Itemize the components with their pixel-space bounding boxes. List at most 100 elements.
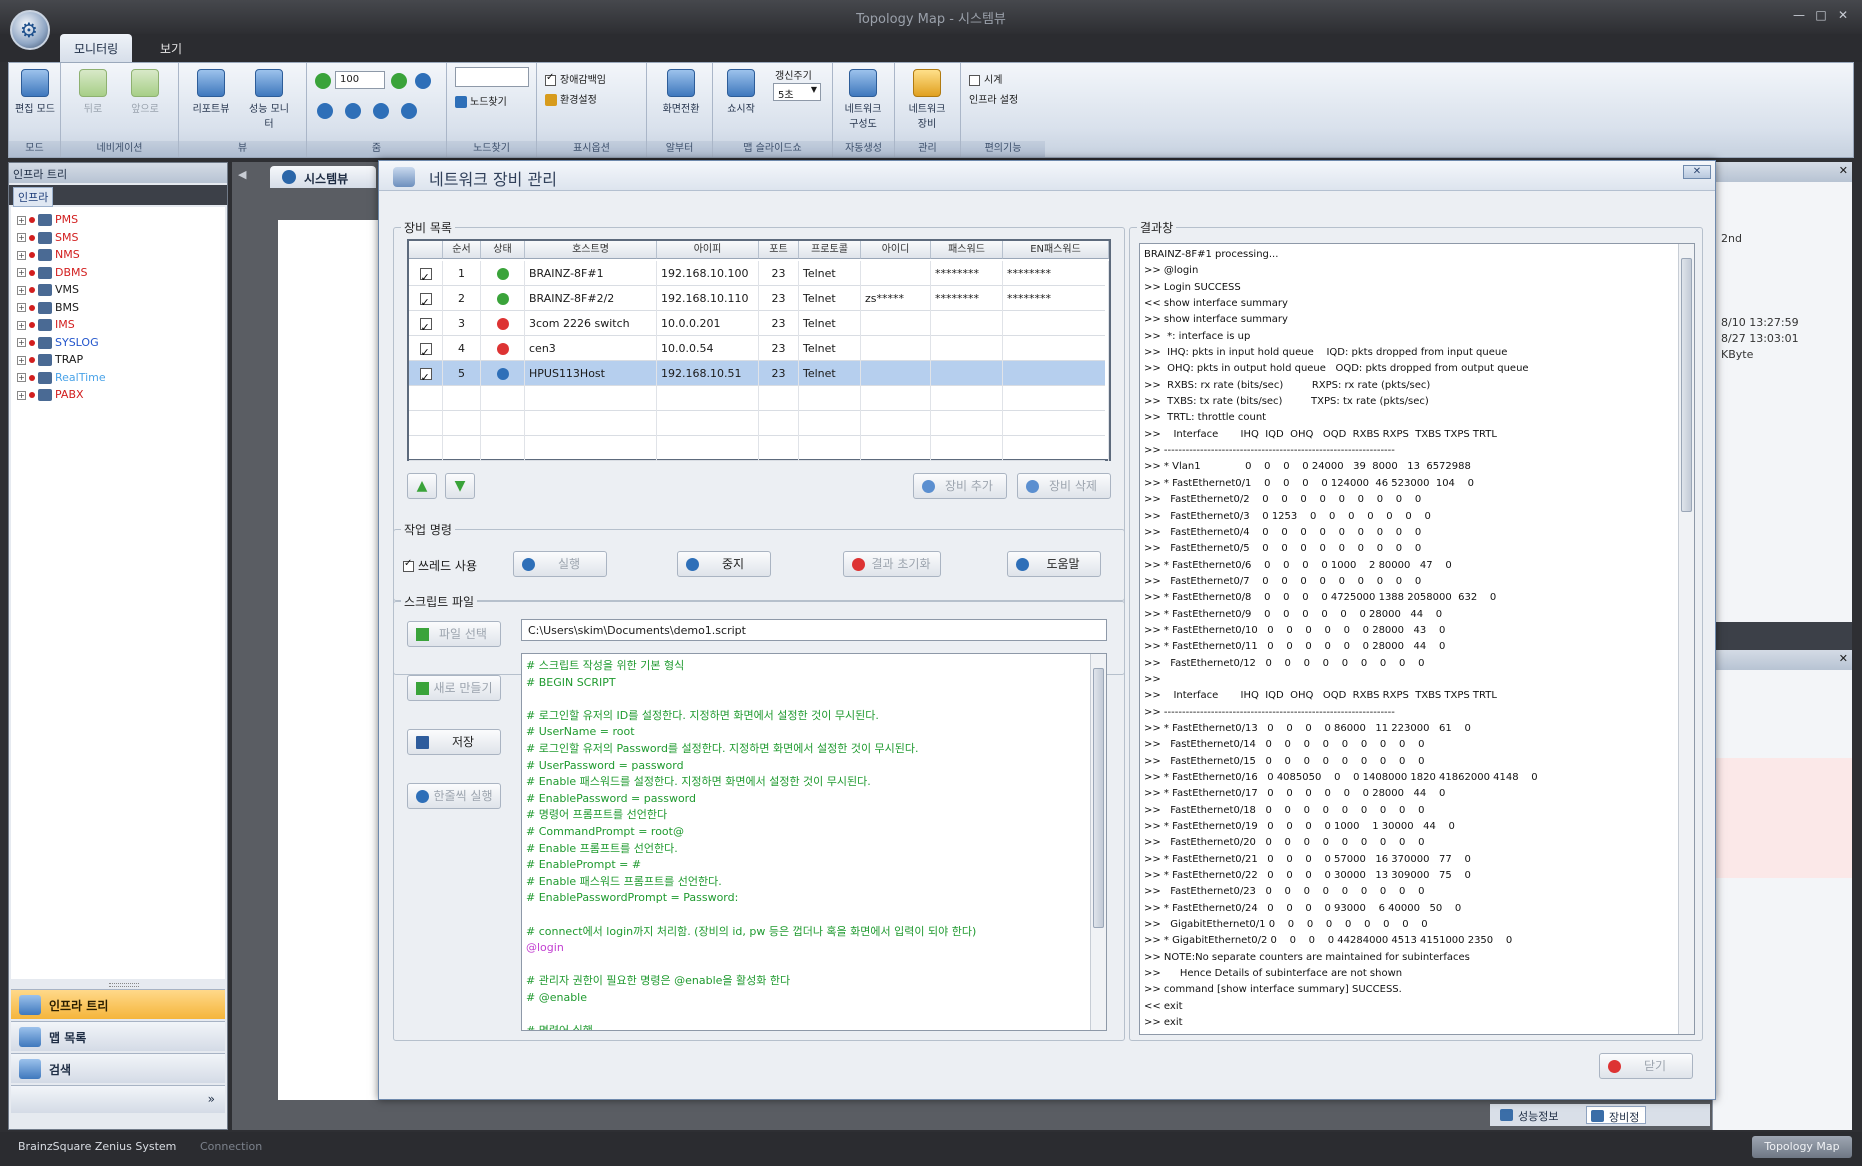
row-checkbox[interactable] <box>409 311 443 336</box>
clear-results-button[interactable]: 결과 초기화 <box>843 551 941 577</box>
performance-monitor-button[interactable]: 성능 모니터 <box>247 69 291 130</box>
add-device-button[interactable]: 장비 추가 <box>913 473 1007 499</box>
tree-node[interactable]: + NMS <box>17 248 80 265</box>
script-editor[interactable]: # 스크립트 작성을 위한 기본 형식 # BEGIN SCRIPT # 로그인할 … <box>521 653 1107 1031</box>
new-script-button[interactable]: 새로 만들기 <box>407 675 501 701</box>
column-header[interactable]: 상태 <box>481 241 525 259</box>
table-row[interactable]: 4 cen310.0.0.5423Telnet <box>409 336 1109 361</box>
tree-node[interactable]: + PABX <box>17 388 84 405</box>
nav-infra-tree[interactable]: 인프라 트리 <box>11 989 225 1019</box>
row-checkbox[interactable] <box>409 286 443 311</box>
dialog-close-icon[interactable]: ✕ <box>1683 165 1711 179</box>
tree-node[interactable]: + DBMS <box>17 266 88 283</box>
expand-icon[interactable]: + <box>17 373 26 382</box>
screen-switch-button[interactable]: 화면전환 <box>657 69 705 115</box>
tab-performance-info[interactable]: 성능정보 <box>1496 1106 1564 1124</box>
expand-icon[interactable]: + <box>17 268 26 277</box>
column-header[interactable]: 패스워드 <box>931 241 1003 259</box>
scrollbar-thumb[interactable] <box>1681 258 1692 512</box>
magnifier-icon[interactable] <box>415 73 431 89</box>
table-row[interactable]: 1 BRAINZ-8F#1192.168.10.10023Telnet ******… <box>409 261 1109 286</box>
stop-button[interactable]: 중지 <box>677 551 771 577</box>
network-topology-button[interactable]: 네트워크 구성도 <box>841 69 885 130</box>
fit-icon[interactable] <box>317 103 333 119</box>
back-button[interactable]: 뒤로 <box>71 69 115 115</box>
tab-device-info[interactable]: 장비정 <box>1586 1106 1647 1124</box>
close-icon[interactable]: ✕ <box>1839 164 1848 177</box>
infra-settings-button[interactable]: 인프라 설정 <box>969 91 1018 106</box>
table-row[interactable]: 5 HPUS113Host192.168.10.5123Telnet <box>409 361 1109 386</box>
app-menu-button[interactable]: ⚙ <box>10 10 50 50</box>
expand-icon[interactable]: + <box>17 320 26 330</box>
maximize-button[interactable]: □ <box>1812 8 1830 24</box>
start-show-button[interactable]: 쇼시작 <box>719 69 763 115</box>
close-window-button[interactable]: ✕ <box>1834 8 1852 24</box>
row-checkbox[interactable] <box>409 361 443 386</box>
column-header[interactable]: 순서 <box>443 241 481 259</box>
expand-icon[interactable]: + <box>17 233 26 242</box>
expand-icon[interactable]: + <box>17 215 26 225</box>
column-header[interactable]: 아이피 <box>657 241 759 259</box>
script-path-field[interactable]: C:\Users\skim\Documents\demo1.script <box>521 619 1107 641</box>
report-view-button[interactable]: 리포트뷰 <box>189 69 233 115</box>
nav-expand-bar[interactable]: » <box>11 1085 225 1113</box>
expand-icon[interactable]: + <box>17 303 26 312</box>
move-up-button[interactable]: ▲ <box>407 473 437 499</box>
network-device-button[interactable]: 네트워크 장비 <box>905 69 949 130</box>
column-header[interactable]: 프로토콜 <box>799 241 861 259</box>
zoom-out-icon[interactable] <box>391 73 407 89</box>
close-icon[interactable]: ✕ <box>1839 652 1848 665</box>
clock-checkbox[interactable]: 시계 <box>969 71 1002 86</box>
zoom-value-field[interactable]: 100 <box>335 71 385 89</box>
column-header[interactable]: 포트 <box>759 241 799 259</box>
find-node-button[interactable]: 노드찾기 <box>455 93 507 108</box>
zoom-reset-icon[interactable] <box>373 103 389 119</box>
edit-mode-button[interactable]: 편집 모드 <box>13 69 57 115</box>
use-thread-checkbox[interactable]: 쓰레드 사용 <box>403 557 477 574</box>
tab-system-view[interactable]: 시스템뷰 <box>270 166 376 188</box>
scrollbar-thumb[interactable] <box>1093 668 1104 928</box>
table-row[interactable]: 2 BRAINZ-8F#2/2192.168.10.11023Telnetzs**… <box>409 286 1109 311</box>
save-button[interactable]: 저장 <box>407 729 501 755</box>
tree-node[interactable]: + VMS <box>17 283 79 300</box>
tree-node[interactable]: + TRAP <box>17 353 83 370</box>
select-file-button[interactable]: 파일 선택 <box>407 621 501 647</box>
move-down-button[interactable]: ▼ <box>445 473 475 499</box>
status-topology-map[interactable]: Topology Map <box>1752 1136 1852 1158</box>
row-checkbox[interactable] <box>409 336 443 361</box>
expand-icon[interactable]: + <box>17 250 26 260</box>
expand-icon[interactable]: + <box>17 285 26 295</box>
forward-button[interactable]: 앞으로 <box>123 69 167 115</box>
settings-button[interactable]: 환경설정 <box>545 91 597 106</box>
minimize-button[interactable]: — <box>1790 8 1808 24</box>
tree-node[interactable]: + SYSLOG <box>17 336 99 353</box>
refresh-cycle-select[interactable]: 5초 ▼ <box>773 83 821 101</box>
delete-device-button[interactable]: 장비 삭제 <box>1017 473 1111 499</box>
column-header[interactable] <box>409 241 443 259</box>
tab-scroll-left-icon[interactable]: ◀ <box>238 168 256 186</box>
fault-display-checkbox[interactable]: 장애감백임 <box>545 71 606 86</box>
expand-icon[interactable]: + <box>17 338 26 347</box>
close-button[interactable]: 닫기 <box>1599 1053 1693 1079</box>
tab-monitoring[interactable]: 모니터링 <box>60 34 133 62</box>
run-button[interactable]: 실행 <box>513 551 607 577</box>
result-output[interactable]: BRAINZ-8F#1 processing... >> @login >> Log… <box>1139 243 1695 1035</box>
tree-node[interactable]: + BMS <box>17 301 79 318</box>
expand-icon[interactable]: + <box>17 355 26 365</box>
expand-icon[interactable]: + <box>17 390 26 400</box>
column-header[interactable]: 아이디 <box>861 241 931 259</box>
result-scrollbar[interactable] <box>1678 244 1694 1034</box>
row-checkbox[interactable] <box>409 261 443 286</box>
zoom-area-icon[interactable] <box>345 103 361 119</box>
help-button[interactable]: 도움말 <box>1007 551 1101 577</box>
column-header[interactable]: EN패스워드 <box>1003 241 1109 259</box>
tree-root-node[interactable]: 인프라 <box>13 187 54 207</box>
zoom-in-icon[interactable] <box>315 73 331 89</box>
splitter-grip[interactable] <box>109 983 139 987</box>
node-search-input[interactable] <box>455 67 529 87</box>
zoom-select-icon[interactable] <box>401 103 417 119</box>
table-row[interactable]: 3 3com 2226 switch10.0.0.20123Telnet <box>409 311 1109 336</box>
nav-search[interactable]: 검색 <box>11 1053 225 1083</box>
tree-node[interactable]: + IMS <box>17 318 75 335</box>
run-line-button[interactable]: 한줄씩 실행 <box>407 783 501 809</box>
